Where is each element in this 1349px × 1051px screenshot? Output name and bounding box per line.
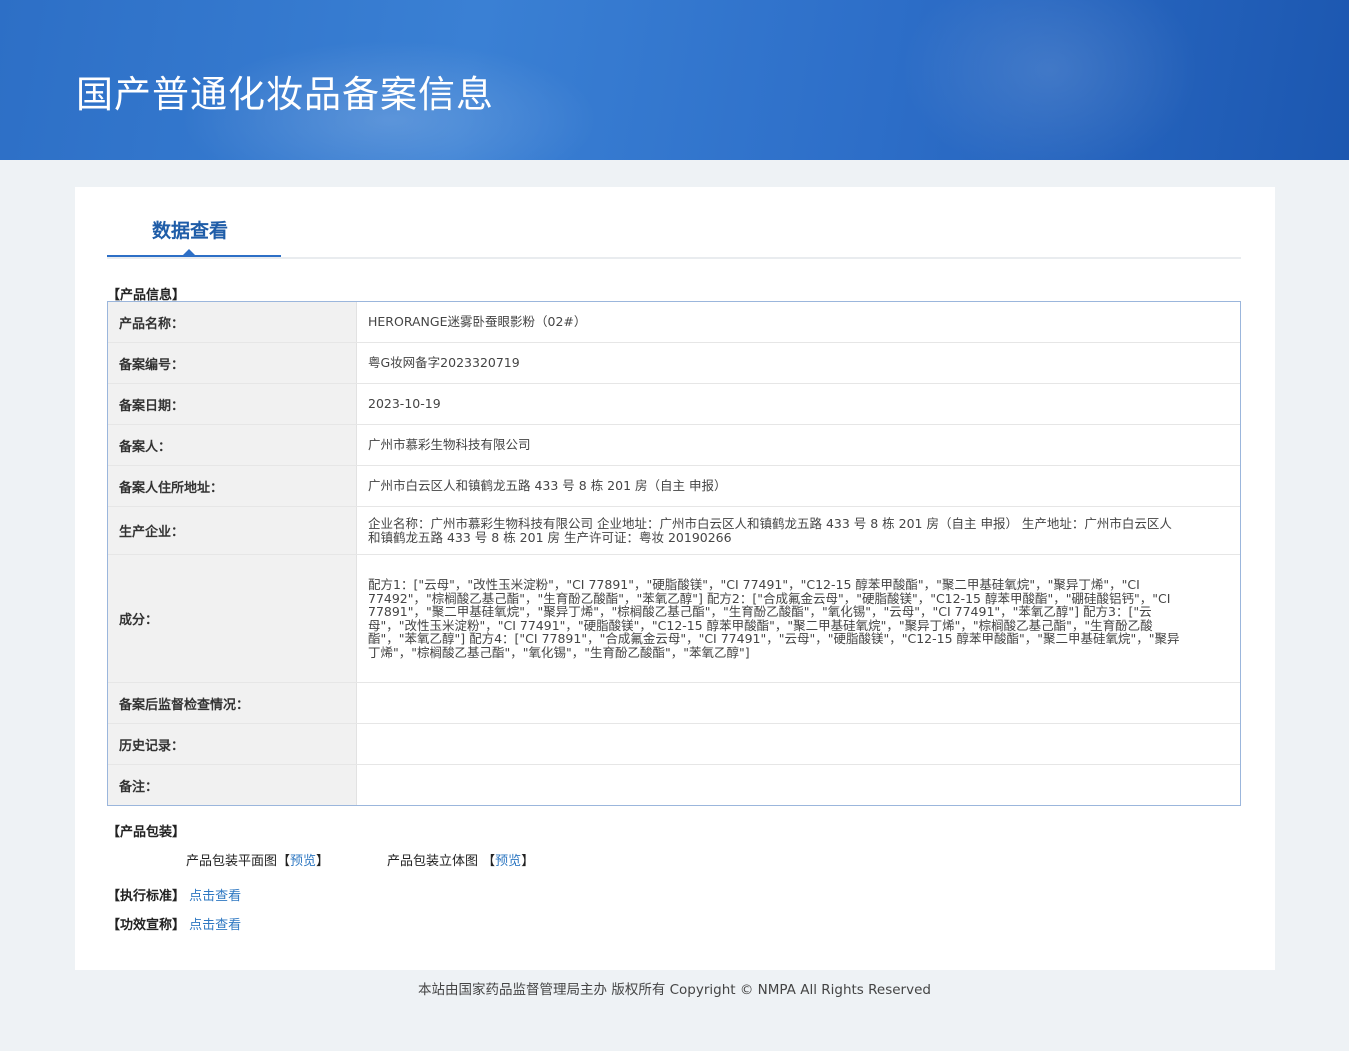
history-value <box>357 724 1240 764</box>
table-row: 生产企业： 企业名称：广州市慕彩生物科技有限公司 企业地址：广州市白云区人和镇鹤… <box>108 506 1240 554</box>
row-label: 备案日期： <box>108 384 357 424</box>
page-footer: 本站由国家药品监督管理局主办 版权所有 Copyright © NMPA All… <box>418 982 931 998</box>
efficacy-view-link[interactable]: 点击查看 <box>189 918 241 933</box>
section-efficacy: 【功效宣称】 <box>107 918 186 933</box>
table-row: 备案人： 广州市慕彩生物科技有限公司 <box>108 424 1240 465</box>
row-label: 备案编号： <box>108 343 357 383</box>
table-row: 备注： <box>108 764 1240 805</box>
bracket: 】 <box>316 854 330 869</box>
content-panel: 数据查看 【产品信息】 产品名称： HERORANGE迷雾卧蚕眼影粉（02#） … <box>75 187 1275 970</box>
flat-preview-link[interactable]: 预览 <box>290 854 316 869</box>
table-row: 产品名称： HERORANGE迷雾卧蚕眼影粉（02#） <box>108 302 1240 342</box>
remarks-value <box>357 765 1240 805</box>
row-label: 备案人住所地址： <box>108 466 357 506</box>
table-row: 历史记录： <box>108 723 1240 764</box>
table-row: 备案后监督检查情况： <box>108 682 1240 723</box>
bracket: 【 <box>482 854 496 869</box>
product-info-table: 产品名称： HERORANGE迷雾卧蚕眼影粉（02#） 备案编号： 粤G妆网备字… <box>107 301 1241 806</box>
row-label: 成分： <box>108 555 357 682</box>
section-packaging: 【产品包装】 <box>107 825 186 840</box>
row-label: 历史记录： <box>108 724 357 764</box>
packaging-flat: 产品包装平面图【预览】 <box>186 850 329 869</box>
row-label: 备案人： <box>108 425 357 465</box>
table-row: 备案编号： 粤G妆网备字2023320719 <box>108 342 1240 383</box>
tab-bar: 数据查看 <box>107 187 1241 259</box>
registrant-address-value: 广州市白云区人和镇鹤龙五路 433 号 8 栋 201 房（自主 申报） <box>368 478 727 494</box>
packaging-solid-label: 产品包装立体图 <box>387 854 479 869</box>
manufacturer-value: 企业名称：广州市慕彩生物科技有限公司 企业地址：广州市白云区人和镇鹤龙五路 43… <box>368 516 1172 545</box>
efficacy-line: 【功效宣称】 点击查看 <box>107 914 241 933</box>
active-tab-caret-icon <box>183 249 195 255</box>
standard-view-link[interactable]: 点击查看 <box>189 889 241 904</box>
solid-preview-link[interactable]: 预览 <box>495 854 521 869</box>
ingredients-value: 配方1：["云母"，"改性玉米淀粉"，"CI 77891"，"硬脂酸镁"，"CI… <box>368 577 1180 660</box>
table-row: 备案日期： 2023-10-19 <box>108 383 1240 424</box>
table-row: 备案人住所地址： 广州市白云区人和镇鹤龙五路 433 号 8 栋 201 房（自… <box>108 465 1240 506</box>
row-label: 备案后监督检查情况： <box>108 683 357 723</box>
product-name-value: HERORANGE迷雾卧蚕眼影粉（02#） <box>368 314 587 330</box>
standard-line: 【执行标准】 点击查看 <box>107 885 241 904</box>
row-label: 备注： <box>108 765 357 805</box>
packaging-flat-label: 产品包装平面图 <box>186 854 278 869</box>
page-title: 国产普通化妆品备案信息 <box>76 73 494 116</box>
registrant-value: 广州市慕彩生物科技有限公司 <box>368 437 531 453</box>
record-date-value: 2023-10-19 <box>368 396 441 412</box>
section-standard: 【执行标准】 <box>107 889 186 904</box>
tab-label: 数据查看 <box>152 220 229 242</box>
row-label: 生产企业： <box>108 507 357 554</box>
table-row: 成分： 配方1：["云母"，"改性玉米淀粉"，"CI 77891"，"硬脂酸镁"… <box>108 554 1240 682</box>
banner-decoration <box>900 0 1200 160</box>
page-banner: 国产普通化妆品备案信息 <box>0 0 1349 160</box>
tab-data-view[interactable]: 数据查看 <box>107 187 281 257</box>
bracket: 【 <box>277 854 291 869</box>
packaging-solid: 产品包装立体图 【预览】 <box>387 850 534 869</box>
record-number-value: 粤G妆网备字2023320719 <box>368 355 520 371</box>
row-label: 产品名称： <box>108 302 357 342</box>
bracket: 】 <box>521 854 535 869</box>
supervision-value <box>357 683 1240 723</box>
